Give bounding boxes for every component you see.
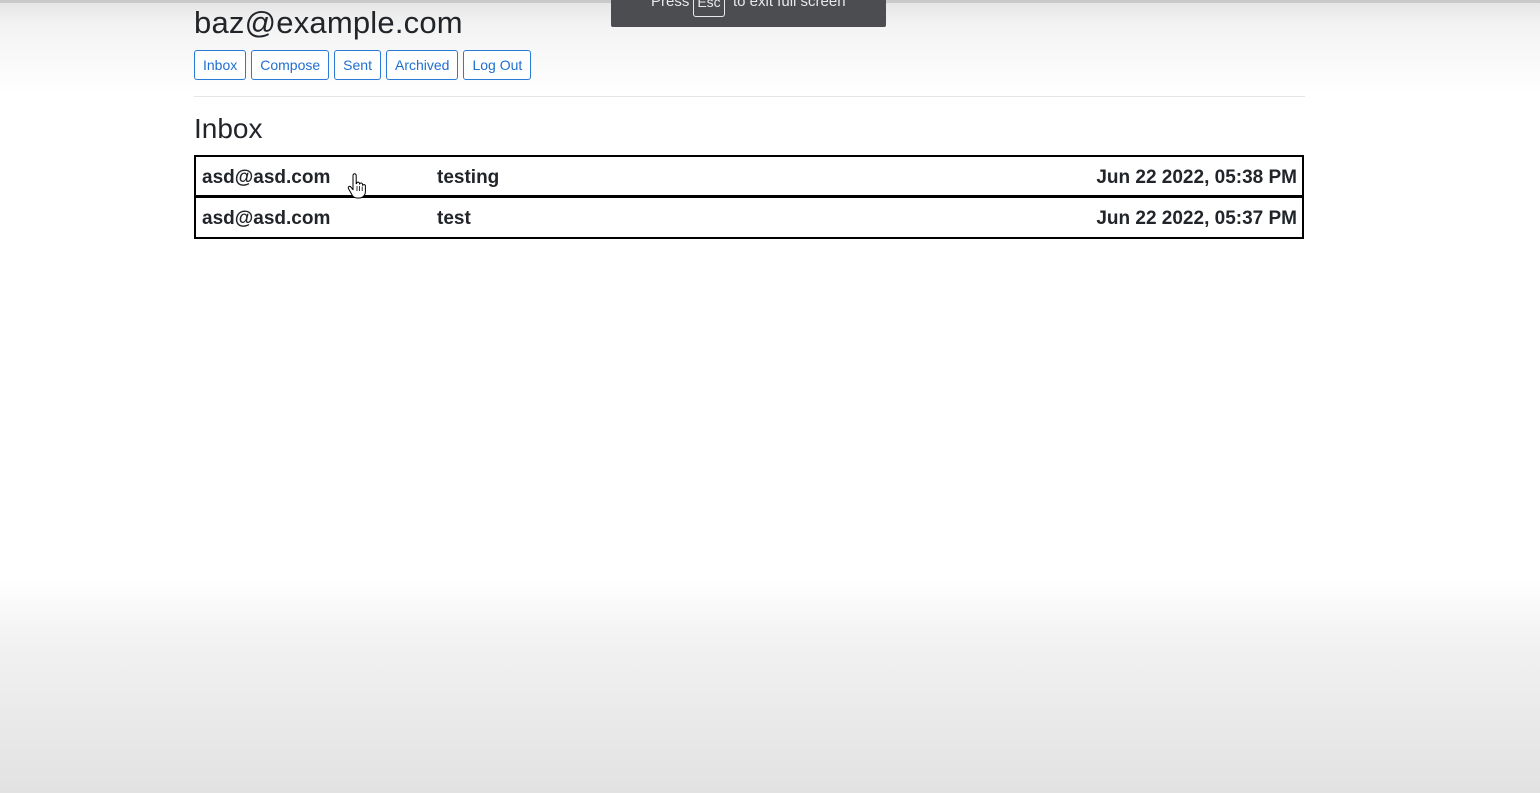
email-timestamp: Jun 22 2022, 05:37 PM <box>1096 208 1297 229</box>
nav-bar: Inbox Compose Sent Archived Log Out <box>194 50 532 80</box>
email-subject: testing <box>437 167 500 188</box>
email-sender: asd@asd.com <box>202 208 331 229</box>
divider <box>194 96 1305 97</box>
hand-pointer-icon <box>347 173 366 199</box>
mailbox-title: Inbox <box>194 113 263 144</box>
logout-button[interactable]: Log Out <box>463 50 532 80</box>
fullscreen-notice: Press Esc to exit full screen <box>611 0 886 27</box>
compose-button[interactable]: Compose <box>251 50 330 80</box>
fullscreen-notice-suffix: to exit full screen <box>733 0 846 10</box>
email-sender: asd@asd.com <box>202 167 331 188</box>
fullscreen-notice-prefix: Press <box>651 0 690 10</box>
email-timestamp: Jun 22 2022, 05:38 PM <box>1096 167 1297 188</box>
sent-button[interactable]: Sent <box>334 50 381 80</box>
archived-button[interactable]: Archived <box>385 50 459 80</box>
email-row[interactable]: asd@asd.com test Jun 22 2022, 05:37 PM <box>194 196 1304 239</box>
user-email-heading: baz@example.com <box>194 5 463 40</box>
email-subject: test <box>437 208 471 229</box>
inbox-button[interactable]: Inbox <box>194 50 247 80</box>
esc-key-badge: Esc <box>693 0 725 17</box>
